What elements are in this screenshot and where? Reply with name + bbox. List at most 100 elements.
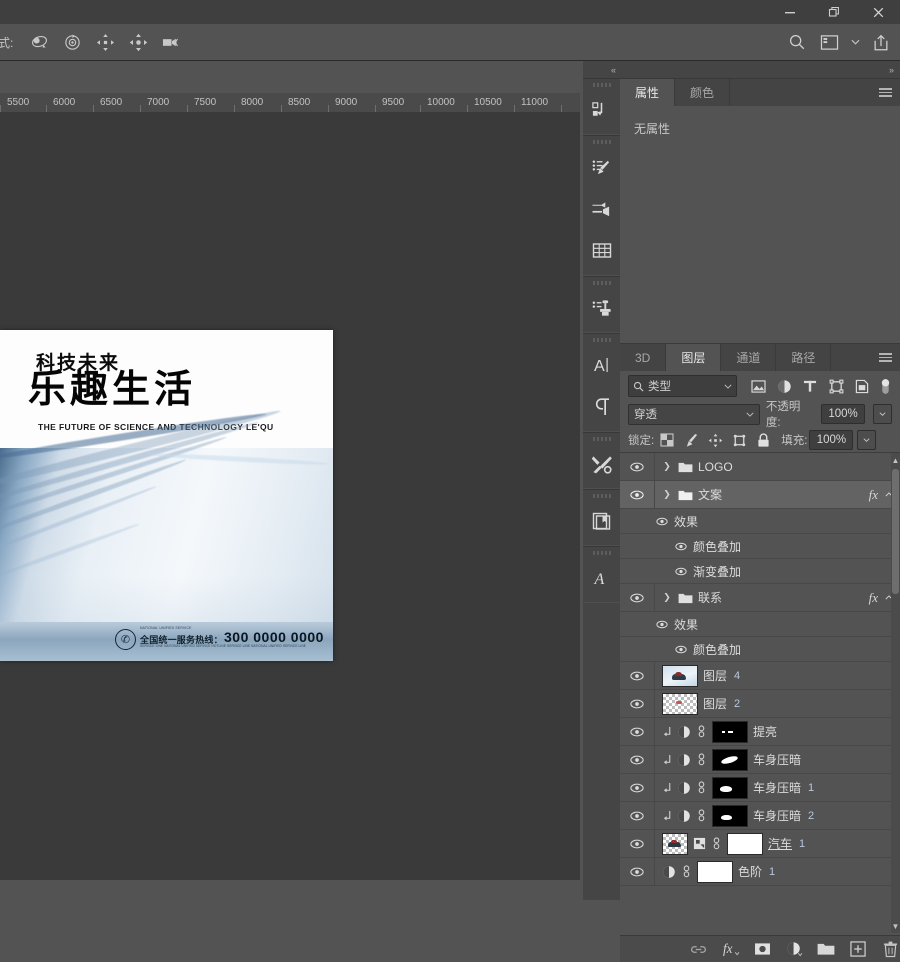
adjustment-icon[interactable] — [677, 753, 691, 767]
tab-color[interactable]: 颜色 — [675, 79, 731, 106]
dock-grip[interactable] — [583, 549, 620, 557]
adjustment-icon[interactable] — [677, 781, 691, 795]
layer-thumbnail[interactable] — [662, 664, 698, 687]
fill-input[interactable]: 100% — [809, 430, 854, 450]
chevron-right-icon[interactable]: ❯ — [662, 592, 672, 603]
add-layer-mask-icon[interactable] — [752, 939, 772, 959]
layer-visibility-toggle[interactable] — [620, 830, 655, 857]
dock-collapse-button[interactable]: « — [583, 61, 620, 78]
lock-transparent-icon[interactable] — [656, 430, 678, 450]
layer-mask-thumbnail[interactable] — [697, 860, 733, 883]
document-canvas[interactable]: 科技未来 乐趣生活 THE FUTURE OF SCIENCE AND TECH… — [0, 330, 333, 661]
shape-filter-icon[interactable] — [823, 375, 849, 397]
layer-list-scrollbar[interactable]: ▲ ▼ — [891, 453, 900, 933]
dock-grip[interactable] — [583, 81, 620, 89]
layer-visibility-toggle[interactable] — [620, 718, 655, 745]
layer-mask-thumbnail[interactable] — [712, 748, 748, 771]
layer-mask-thumbnail[interactable] — [712, 776, 748, 799]
dock-grip[interactable] — [583, 138, 620, 146]
table-row[interactable]: 车身压暗 — [620, 746, 900, 774]
libraries-panel-icon[interactable] — [583, 500, 620, 542]
fill-stepper[interactable] — [857, 430, 877, 450]
chevron-right-icon[interactable]: ❯ — [662, 489, 672, 500]
scroll-up-arrow[interactable]: ▲ — [891, 453, 900, 467]
new-group-icon[interactable] — [816, 939, 836, 959]
tab-channels[interactable]: 通道 — [721, 344, 777, 371]
restore-button[interactable] — [812, 0, 856, 24]
layer-content[interactable]: 提亮 — [655, 718, 900, 745]
link-mask-icon[interactable] — [696, 781, 707, 794]
layer-visibility-toggle[interactable] — [620, 802, 655, 829]
link-mask-icon[interactable] — [696, 753, 707, 766]
layer-content[interactable]: 图层 2 — [655, 690, 900, 717]
chevron-right-icon[interactable]: ❯ — [662, 461, 672, 472]
layer-visibility-toggle[interactable] — [620, 453, 655, 480]
new-adjustment-icon[interactable] — [784, 939, 804, 959]
table-row[interactable]: 提亮 — [620, 718, 900, 746]
link-layers-icon[interactable] — [688, 939, 708, 959]
layer-content[interactable]: 图层 4 — [655, 662, 900, 689]
layer-content[interactable]: ❯ 文案 — [655, 481, 900, 508]
canvas-area[interactable]: 科技未来 乐趣生活 THE FUTURE OF SCIENCE AND TECH… — [0, 112, 580, 880]
layer-mask-thumbnail[interactable] — [712, 720, 748, 743]
tool-presets-panel-icon[interactable] — [583, 443, 620, 485]
filter-toggle-switch[interactable] — [879, 375, 892, 397]
table-row[interactable]: 车身压暗 2 — [620, 802, 900, 830]
dock-grip[interactable] — [583, 492, 620, 500]
link-mask-icon[interactable] — [711, 837, 722, 850]
glyphs-panel-icon[interactable]: A — [583, 557, 620, 599]
layer-content[interactable]: 色阶 1 — [655, 858, 900, 885]
layer-visibility-toggle[interactable] — [620, 584, 655, 611]
table-row[interactable]: ❯ 文案 fx — [620, 481, 900, 509]
adjustment-icon[interactable] — [677, 725, 691, 739]
list-item[interactable]: 颜色叠加 — [620, 534, 900, 559]
character-panel-icon[interactable]: A — [583, 344, 620, 386]
lock-position-icon[interactable] — [704, 430, 726, 450]
text-filter-icon[interactable] — [797, 375, 823, 397]
table-row[interactable]: 色阶 1 — [620, 858, 900, 886]
tab-3d[interactable]: 3D — [620, 344, 667, 371]
layer-visibility-toggle[interactable] — [620, 774, 655, 801]
layer-mask-thumbnail[interactable] — [712, 804, 748, 827]
minimize-button[interactable] — [768, 0, 812, 24]
link-mask-icon[interactable] — [681, 865, 692, 878]
table-row[interactable]: ❯ 联系 fx — [620, 584, 900, 612]
3d-slide-icon[interactable] — [126, 30, 150, 54]
properties-panel-menu[interactable] — [879, 79, 892, 106]
new-layer-icon[interactable] — [848, 939, 868, 959]
table-row[interactable]: 汽车 1 — [620, 830, 900, 858]
delete-layer-icon[interactable] — [880, 939, 900, 959]
layer-visibility-toggle[interactable] — [620, 481, 655, 508]
layer-visibility-toggle[interactable] — [620, 690, 655, 717]
adjustment-filter-icon[interactable] — [771, 375, 797, 397]
dock-grip[interactable] — [583, 435, 620, 443]
lock-nesting-icon[interactable] — [728, 430, 750, 450]
search-icon[interactable] — [784, 29, 810, 55]
layer-visibility-toggle[interactable] — [620, 746, 655, 773]
lock-all-icon[interactable] — [752, 430, 774, 450]
table-row[interactable]: 图层 2 — [620, 690, 900, 718]
link-mask-icon[interactable] — [696, 725, 707, 738]
patterns-panel-icon[interactable] — [583, 230, 620, 272]
close-button[interactable] — [856, 0, 900, 24]
blend-mode-select[interactable]: 穿透 — [628, 403, 760, 425]
chevron-down-icon[interactable] — [848, 29, 862, 55]
layer-list[interactable]: ❯ LOGO ❯ 文案 fx 效果 颜色叠加 渐变叠加 ❯ 联系 fx 效果 颜… — [620, 452, 900, 933]
adjustment-icon[interactable] — [662, 865, 676, 879]
clone-source-panel-icon[interactable] — [583, 287, 620, 329]
layer-content[interactable]: ❯ 联系 — [655, 584, 900, 611]
scroll-down-arrow[interactable]: ▼ — [891, 919, 900, 933]
pixel-filter-icon[interactable] — [745, 375, 771, 397]
layer-thumbnail[interactable] — [662, 692, 698, 715]
3d-camera-icon[interactable] — [159, 30, 183, 54]
horizontal-ruler[interactable]: 5500 6000 6500 7000 7500 8000 8500 9000 … — [0, 93, 580, 113]
tab-paths[interactable]: 路径 — [776, 344, 832, 371]
link-mask-icon[interactable] — [696, 809, 707, 822]
3d-rotate-icon[interactable] — [27, 30, 51, 54]
brush-settings-panel-icon[interactable] — [583, 188, 620, 230]
dock-grip[interactable] — [583, 279, 620, 287]
table-row[interactable]: 车身压暗 1 — [620, 774, 900, 802]
panel-expand-button[interactable]: » — [620, 61, 900, 79]
adjustment-icon[interactable] — [677, 809, 691, 823]
paragraph-panel-icon[interactable] — [583, 386, 620, 428]
